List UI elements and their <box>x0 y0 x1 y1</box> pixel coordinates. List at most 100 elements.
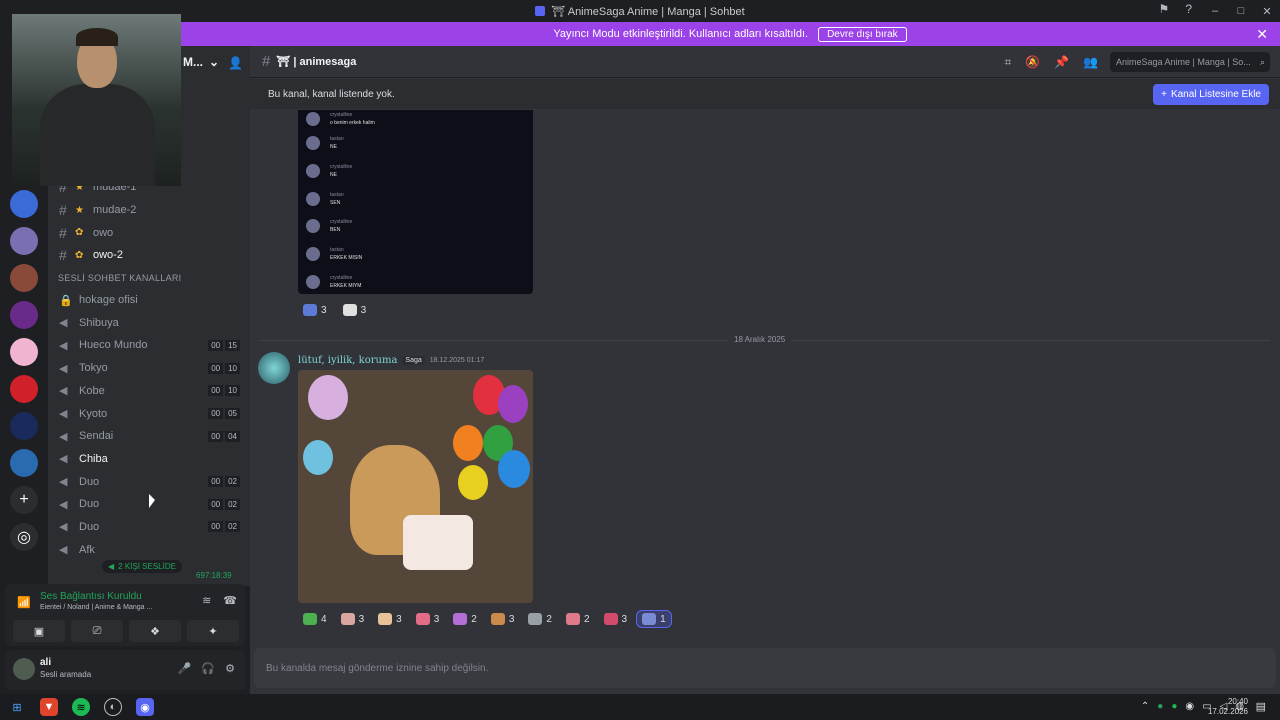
reaction[interactable]: 2 <box>561 610 595 628</box>
windows-start-icon[interactable]: ⊞ <box>8 698 26 716</box>
minimize-button[interactable]: – <box>1202 5 1228 17</box>
reaction[interactable]: 3 <box>486 610 520 628</box>
voice-connection-panel: 📶 Ses Bağlantısı Kuruldu Eientei / Nolan… <box>5 584 245 646</box>
add-server-icon[interactable]: + <box>10 486 38 514</box>
discord-icon <box>535 6 546 16</box>
reaction[interactable]: 3 <box>373 610 407 628</box>
emoji-icon <box>340 613 355 625</box>
hash-icon: # <box>59 247 67 264</box>
reaction[interactable]: 3 <box>411 610 445 628</box>
voice-channel-item[interactable]: ◀ Sendai 00 04 <box>48 425 250 448</box>
avatar[interactable] <box>258 352 290 384</box>
voice-channel-item[interactable]: ◀ Duo 00 02 <box>48 516 250 539</box>
voice-channel-item[interactable]: ◀ Shibuya <box>48 311 250 334</box>
message-header: lütuf, iyilik, koruma Saga 18.12.2025 01… <box>298 355 484 366</box>
emoji-icon <box>642 613 657 625</box>
chevron-up-icon[interactable]: ⌃ <box>1141 701 1149 712</box>
reaction[interactable]: 2 <box>523 610 557 628</box>
notification-icon[interactable]: ▤ <box>1256 700 1266 713</box>
speaker-icon: ◀ <box>59 498 68 511</box>
server-icon[interactable] <box>10 227 38 255</box>
soundboard-button[interactable]: ✦ <box>187 620 239 642</box>
server-icon[interactable] <box>10 412 38 440</box>
app-icon[interactable]: ◐ <box>104 698 122 716</box>
hash-icon: # <box>262 53 271 70</box>
hash-icon: # <box>59 224 67 241</box>
inbox-icon[interactable]: ⚑ <box>1159 2 1170 16</box>
image-attachment[interactable] <box>298 370 533 603</box>
reaction[interactable]: 3 <box>298 301 332 319</box>
voice-channel-item[interactable]: ◀ Duo 00 02 <box>48 470 250 493</box>
search-input[interactable]: AnimeSaga Anime | Manga | So... ⌕ <box>1110 52 1270 72</box>
reaction-selected[interactable]: 1 <box>636 610 672 628</box>
reaction-bar: 4 3 3 3 2 3 2 2 3 1 <box>298 610 672 628</box>
camera-button[interactable]: ▣ <box>13 620 65 642</box>
server-icon[interactable] <box>10 301 38 329</box>
image-attachment[interactable]: crystalline o benim erkek halim tastan NE … <box>298 110 533 294</box>
help-icon[interactable]: ? <box>1185 2 1192 16</box>
reaction-bar: 3 3 <box>298 301 371 319</box>
emoji-icon <box>378 613 393 625</box>
speaker-icon: ◀ <box>59 362 68 375</box>
system-clock[interactable]: 20:40 17.02.2026 <box>1208 697 1248 717</box>
speaker-icon: ◀ <box>59 408 68 421</box>
channel-item[interactable]: # ★ mudae-2 <box>48 199 250 222</box>
avatar[interactable] <box>13 658 35 680</box>
disconnect-icon[interactable]: ☎ <box>223 594 237 607</box>
voice-channel-item[interactable]: ◀ Kyoto 00 05 <box>48 402 250 425</box>
activity-button[interactable]: ❖ <box>129 620 181 642</box>
invite-icon[interactable]: 👤 <box>228 56 243 70</box>
voice-channel-item[interactable]: 🔒 hokage ofisi <box>48 289 250 312</box>
brave-icon[interactable]: ▼ <box>40 698 58 716</box>
discord-tray-icon[interactable]: ◉ <box>1185 701 1194 712</box>
close-banner-icon[interactable]: ✕ <box>1256 26 1268 43</box>
reaction[interactable]: 3 <box>338 301 372 319</box>
username[interactable]: ali <box>40 657 51 668</box>
discord-taskbar-icon[interactable]: ◉ <box>136 698 154 716</box>
add-to-channel-list-button[interactable]: + Kanal Listesine Ekle <box>1153 84 1269 105</box>
reaction[interactable]: 3 <box>336 610 370 628</box>
voice-status[interactable]: Ses Bağlantısı Kuruldu <box>40 591 142 602</box>
server-name[interactable]: M... ⌄ <box>183 55 219 69</box>
guild-tag[interactable]: Saga <box>402 356 425 365</box>
disable-streamer-mode-button[interactable]: Devre dışı bırak <box>818 26 907 42</box>
microphone-icon[interactable]: 🎤 <box>178 662 192 675</box>
gear-icon[interactable]: ⚙ <box>225 662 235 675</box>
channel-item[interactable]: # ✿ owo-2 <box>48 244 250 267</box>
server-icon[interactable] <box>10 190 38 218</box>
speaker-icon: ◀ <box>59 430 68 443</box>
voice-channel-item[interactable]: ◀ Hueco Mundo 00 15 <box>48 334 250 357</box>
spotify-tray-icon[interactable]: ● <box>1171 701 1177 712</box>
reaction[interactable]: 4 <box>298 610 332 628</box>
headphones-icon[interactable]: 🎧 <box>201 662 215 675</box>
voice-channel-item[interactable]: ◀ Kobe 00 10 <box>48 380 250 403</box>
spotify-icon[interactable]: ≋ <box>72 698 90 716</box>
voice-category[interactable]: SESLİ SOHBET KANALLARI <box>48 267 250 289</box>
explore-icon[interactable]: ◎ <box>10 523 38 551</box>
screen-share-button[interactable]: ⎚ <box>71 620 123 642</box>
noise-suppression-icon[interactable]: ≋ <box>202 594 211 607</box>
voice-channel-item[interactable]: ◀ Chiba <box>48 448 250 471</box>
server-list: + ◎ <box>0 186 48 586</box>
members-icon[interactable]: 👥 <box>1083 55 1098 70</box>
voice-channel-item[interactable]: ◀ Tokyo 00 10 <box>48 357 250 380</box>
mute-icon[interactable]: 🔕 <box>1025 55 1040 70</box>
pin-icon[interactable]: 📌 <box>1054 55 1069 70</box>
reaction[interactable]: 3 <box>599 610 633 628</box>
status-dot-icon[interactable]: ● <box>1157 701 1163 712</box>
reaction[interactable]: 2 <box>448 610 482 628</box>
server-icon[interactable] <box>10 449 38 477</box>
threads-icon[interactable]: ⌗ <box>1004 55 1011 70</box>
speaker-icon: ◀ <box>59 476 68 489</box>
channel-item[interactable]: # ✿ owo <box>48 221 250 244</box>
close-button[interactable]: ✕ <box>1254 5 1280 18</box>
voice-users-pill: ◀ 2 KİŞİ SESLİDE <box>102 560 182 573</box>
signal-icon[interactable]: 📶 <box>17 596 31 609</box>
server-icon[interactable] <box>10 375 38 403</box>
server-icon[interactable] <box>10 338 38 366</box>
message-composer[interactable]: Bu kanalda mesaj gönderme iznine sahip d… <box>254 648 1276 688</box>
message-author[interactable]: lütuf, iyilik, koruma <box>298 355 397 366</box>
maximize-button[interactable]: □ <box>1228 5 1254 17</box>
server-icon[interactable] <box>10 264 38 292</box>
voice-channel-item[interactable]: ◀ Afk <box>48 538 250 561</box>
